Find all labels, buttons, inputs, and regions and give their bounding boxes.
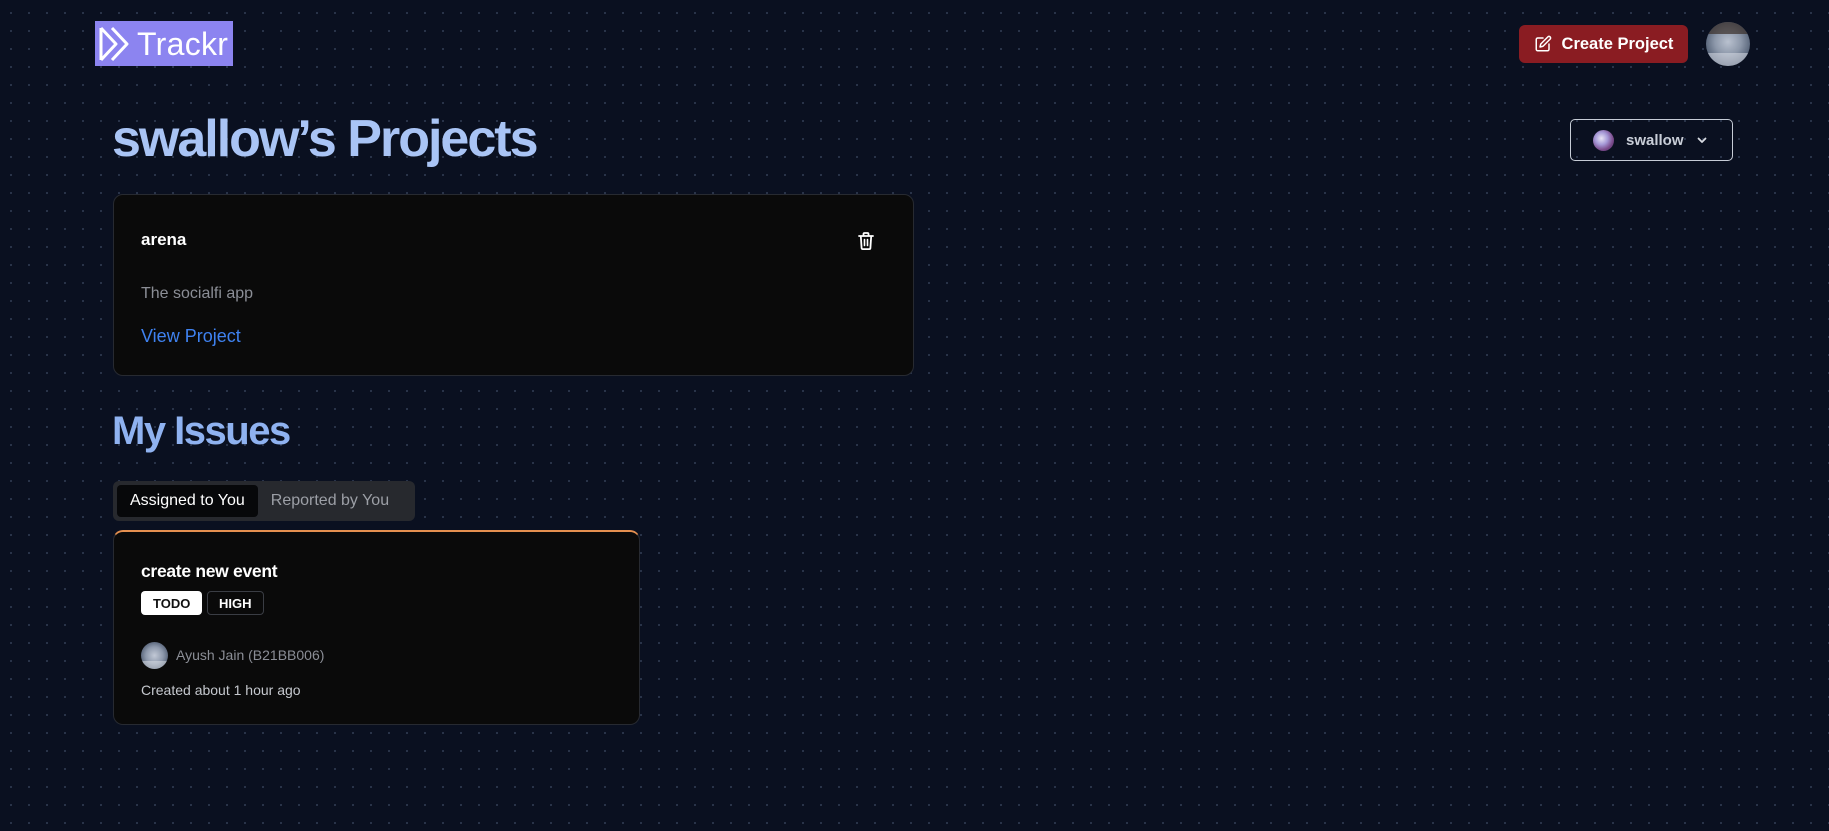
- logo-text: Trackr: [137, 25, 229, 62]
- created-timestamp: Created about 1 hour ago: [141, 682, 301, 698]
- chevron-down-icon: [1697, 137, 1706, 143]
- create-project-button[interactable]: Create Project: [1519, 25, 1688, 63]
- create-project-label: Create Project: [1561, 34, 1674, 53]
- project-card: arena The socialfi app View Project: [113, 194, 914, 376]
- top-navbar: Trackr Create Project: [0, 0, 1829, 90]
- issue-title: create new event: [141, 561, 278, 581]
- page-title: swallow’s Projects: [112, 110, 538, 168]
- view-project-link[interactable]: View Project: [141, 326, 241, 347]
- user-switcher-label: swallow: [1626, 131, 1684, 149]
- priority-badge: HIGH: [207, 591, 264, 615]
- issue-card[interactable]: create new event TODO HIGH Ayush Jain (B…: [113, 530, 640, 725]
- project-name: arena: [141, 230, 187, 249]
- reporter-avatar: [141, 642, 168, 669]
- trackr-logo[interactable]: Trackr: [95, 21, 233, 66]
- reporter-name: Ayush Jain (B21BB006): [176, 647, 325, 663]
- user-switcher-avatar: [1593, 129, 1614, 151]
- user-avatar[interactable]: [1706, 22, 1750, 66]
- tab-assigned-to-you[interactable]: Assigned to You: [117, 485, 258, 517]
- my-issues-title: My Issues: [112, 409, 291, 453]
- project-description: The socialfi app: [141, 285, 254, 302]
- user-switcher-dropdown[interactable]: swallow: [1570, 119, 1733, 161]
- status-badge: TODO: [141, 591, 203, 615]
- edit-icon: [1535, 35, 1551, 52]
- trash-icon[interactable]: [857, 231, 875, 251]
- issue-tabs: Assigned to You Reported by You: [113, 481, 415, 521]
- tab-reported-by-you[interactable]: Reported by You: [258, 485, 402, 517]
- logo-chevrons-icon: [99, 26, 129, 61]
